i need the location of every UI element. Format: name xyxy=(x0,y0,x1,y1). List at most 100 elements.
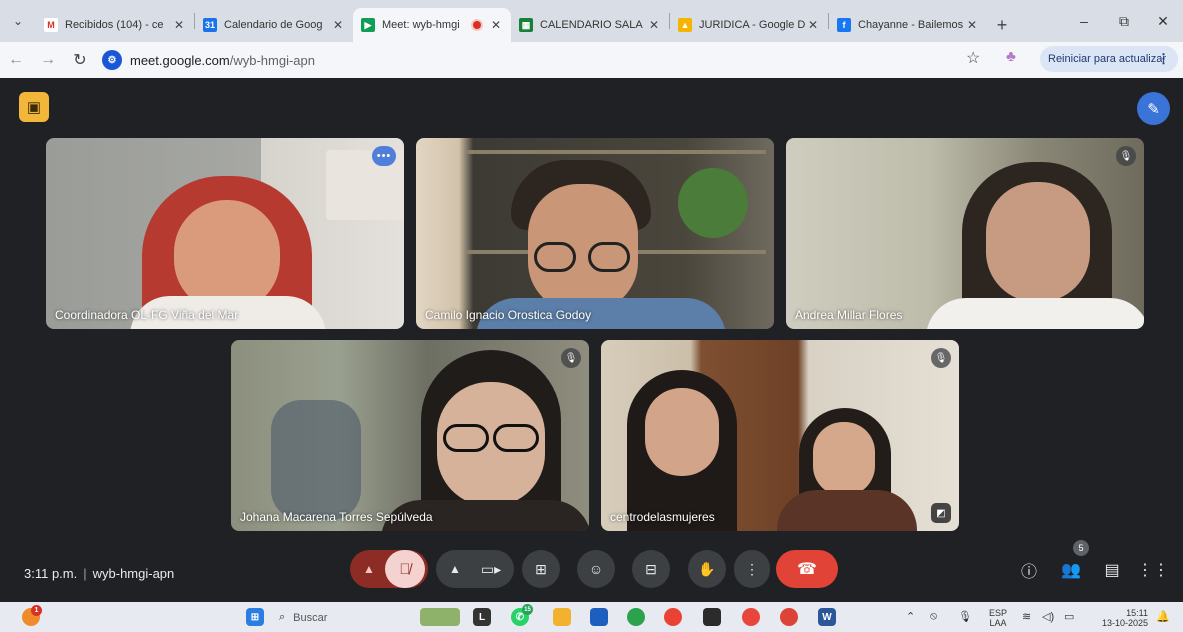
tab-close-icon[interactable]: ✕ xyxy=(647,18,661,32)
network-off-icon[interactable]: ⦸ xyxy=(930,610,937,623)
activities-grid-icon[interactable]: ⋮⋮ xyxy=(1137,557,1169,583)
new-tab-icon[interactable]: + xyxy=(987,8,1017,42)
edit-pen-icon[interactable]: ✎ xyxy=(1137,92,1170,125)
browser-menu-icon[interactable]: ⋮ xyxy=(1157,51,1170,67)
chrome-icon[interactable] xyxy=(664,608,682,626)
participant-shirt-image xyxy=(777,490,917,531)
participant-tile[interactable]: 🎙 Andrea Millar Flores xyxy=(786,138,1144,329)
sheets-icon: ▦ xyxy=(519,18,533,32)
chrome-profile-icon[interactable] xyxy=(780,608,798,626)
show-hidden-icons-chevron-icon[interactable]: ⌃ xyxy=(906,610,915,623)
glasses-image xyxy=(588,242,630,272)
hang-up-icon: ☎ xyxy=(797,561,817,578)
tab-gmail[interactable]: M Recibidos (104) - ce ✕ xyxy=(36,8,194,42)
system-time: 15:11 xyxy=(1126,608,1148,618)
leave-call-button[interactable]: ☎ xyxy=(776,550,838,588)
system-clock[interactable]: 15:11 13-10-2025 xyxy=(1088,608,1148,628)
raise-hand-button[interactable]: ✋ xyxy=(688,550,726,588)
forward-icon[interactable]: → xyxy=(32,42,64,78)
camera-icon: ▭▸ xyxy=(480,560,502,577)
volume-icon[interactable]: ◁) xyxy=(1042,610,1054,623)
tab-sheets[interactable]: ▦ CALENDARIO SALA ✕ xyxy=(511,8,669,42)
extension-icon[interactable]: ♣ xyxy=(1006,48,1016,65)
tab-facebook[interactable]: f Chayanne - Bailemos ✕ xyxy=(829,8,987,42)
tab-close-icon[interactable]: ✕ xyxy=(489,18,503,32)
microphone-control: ▲ 🎙̸ xyxy=(350,550,428,588)
taskbar-search[interactable]: ⌕ Buscar xyxy=(279,608,409,627)
more-vert-icon: ⋮ xyxy=(745,560,759,577)
video-options-chevron-icon[interactable]: ▲ xyxy=(439,562,471,576)
widgets-icon[interactable] xyxy=(420,608,460,626)
tab-calendar[interactable]: 31 Calendario de Goog ✕ xyxy=(195,8,353,42)
restore-icon[interactable]: ⧉ xyxy=(1104,0,1144,42)
present-screen-button[interactable]: ⊞ xyxy=(522,550,560,588)
emoji-icon: ☺ xyxy=(588,561,604,577)
participant-tile[interactable]: Camilo Ignacio Orostica Godoy xyxy=(416,138,774,329)
minimize-icon[interactable]: – xyxy=(1064,0,1104,42)
participant-tile[interactable]: ••• Coordinadora OL-FG Viña del Mar xyxy=(46,138,404,329)
microphone-icon[interactable]: 🎙 xyxy=(958,610,972,623)
glasses-image xyxy=(534,242,576,272)
audio-options-chevron-icon[interactable]: ▲ xyxy=(353,550,385,588)
file-explorer-icon[interactable] xyxy=(553,608,571,626)
url-field[interactable]: ⚙ meet.google.com/wyb-hmgi-apn xyxy=(102,46,942,74)
wifi-icon[interactable]: ≋ xyxy=(1022,610,1031,623)
site-info-icon[interactable]: ⚙ xyxy=(102,50,122,70)
app-icon[interactable] xyxy=(703,608,721,626)
muted-mic-icon: 🎙 xyxy=(1116,146,1136,166)
meet-stage: ▣ ✎ ••• Coordinadora OL-FG Viña del Mar … xyxy=(0,78,1183,602)
notifications-icon[interactable]: 🔔 xyxy=(1156,610,1170,623)
background-person-image xyxy=(271,400,361,520)
captions-button[interactable]: ⊟ xyxy=(632,550,670,588)
tab-close-icon[interactable]: ✕ xyxy=(172,18,186,32)
plant-image xyxy=(678,168,748,238)
tab-close-icon[interactable]: ✕ xyxy=(331,18,345,32)
store-icon[interactable] xyxy=(590,608,608,626)
participant-shirt-image xyxy=(926,298,1144,329)
participant-name: Camilo Ignacio Orostica Godoy xyxy=(425,308,592,322)
camera-toggle-button[interactable]: ▭▸ xyxy=(471,561,511,578)
reload-icon[interactable]: ↻ xyxy=(64,42,96,78)
chrome-profile-icon[interactable] xyxy=(742,608,760,626)
microphone-toggle-button[interactable]: 🎙̸ xyxy=(385,550,425,588)
task-view-icon[interactable]: L xyxy=(473,608,491,626)
tab-label: Meet: wyb-hmgi xyxy=(382,19,460,31)
whatsapp-badge: 15 xyxy=(522,604,533,615)
update-label: Reiniciar para actualizar xyxy=(1048,53,1166,65)
tab-label: JURIDICA - Google D xyxy=(699,19,806,31)
participant-tile[interactable]: 🎙 ◩ centrodelasmujeres xyxy=(601,340,959,531)
bookmark-star-icon[interactable]: ☆ xyxy=(966,48,980,68)
meeting-details-icon[interactable]: ⓘ xyxy=(1016,557,1042,583)
battery-icon[interactable]: ▭ xyxy=(1064,610,1074,623)
start-icon[interactable]: ⊞ xyxy=(246,608,264,626)
hand-icon: ✋ xyxy=(698,560,716,577)
meeting-time: 3:11 p.m. xyxy=(24,566,78,581)
app-icon[interactable] xyxy=(627,608,645,626)
tab-close-icon[interactable]: ✕ xyxy=(965,18,979,32)
restart-to-update-button[interactable]: Reiniciar para actualizar ⋮ xyxy=(1040,46,1178,72)
tab-meet[interactable]: ▶ Meet: wyb-hmgi ✕ xyxy=(353,8,511,42)
word-icon[interactable]: W xyxy=(818,608,836,626)
calendar-icon: 31 xyxy=(203,18,217,32)
back-icon[interactable]: ← xyxy=(0,42,32,78)
reactions-button[interactable]: ☺ xyxy=(577,550,615,588)
participant-count-badge: 5 xyxy=(1073,540,1089,556)
more-options-button[interactable]: ⋮ xyxy=(734,550,770,588)
drive-icon: ▲ xyxy=(678,18,692,32)
input-language[interactable]: ESP LAA xyxy=(986,608,1010,628)
participant-tile[interactable]: 🎙 Johana Macarena Torres Sepúlveda xyxy=(231,340,589,531)
chat-icon[interactable]: ▤ xyxy=(1099,557,1125,583)
tab-drive[interactable]: ▲ JURIDICA - Google D ✕ xyxy=(670,8,828,42)
close-window-icon[interactable]: ✕ xyxy=(1143,0,1183,42)
participant-face-image xyxy=(986,182,1090,302)
url-host: meet.google.com xyxy=(130,52,230,68)
people-icon[interactable]: 👥 xyxy=(1058,557,1084,583)
picture-in-picture-icon[interactable]: ◩ xyxy=(931,503,951,523)
meeting-info-flag-icon[interactable]: ▣ xyxy=(19,92,49,122)
taskbar: 1 ⊞ ⌕ Buscar L ✆ 15 W ⌃ ⦸ 🎙 ESP LAA ≋ ◁)… xyxy=(0,602,1183,632)
tab-search-chevron-icon[interactable]: ⌄ xyxy=(0,0,36,42)
captions-icon: ⊟ xyxy=(645,560,657,577)
tab-close-icon[interactable]: ✕ xyxy=(806,18,820,32)
muted-mic-icon: 🎙 xyxy=(931,348,951,368)
language-code: ESP xyxy=(988,608,1007,618)
